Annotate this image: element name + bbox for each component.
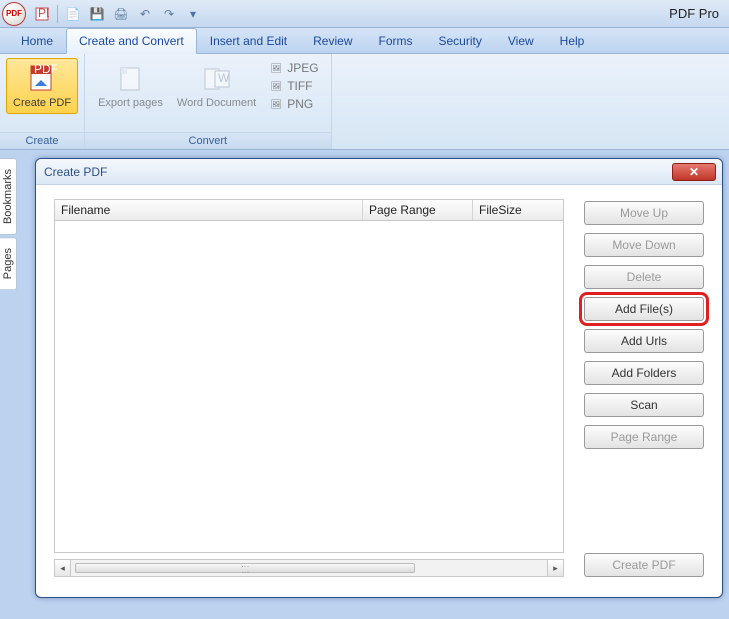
dialog-titlebar[interactable]: Create PDF ✕ [36, 159, 722, 185]
export-pages-icon [114, 63, 146, 95]
page-range-button[interactable]: Page Range [584, 425, 704, 449]
move-down-button[interactable]: Move Down [584, 233, 704, 257]
side-tab-bookmarks[interactable]: Bookmarks [0, 158, 17, 235]
scan-button[interactable]: Scan [584, 393, 704, 417]
create-pdf-dialog: Create PDF ✕ Filename Page Range FileSiz… [35, 158, 723, 598]
tab-home[interactable]: Home [8, 28, 66, 53]
col-page-range[interactable]: Page Range [363, 200, 473, 220]
new-icon[interactable]: 📄 [64, 5, 82, 23]
format-tiff-label: TIFF [287, 79, 312, 93]
col-filename[interactable]: Filename [55, 200, 363, 220]
create-pdf-icon: PDF [26, 63, 58, 95]
create-pdf-dialog-button[interactable]: Create PDF [584, 553, 704, 577]
export-pages-label: Export pages [98, 97, 163, 109]
file-grid: Filename Page Range FileSize ◂ ▸ [54, 199, 564, 577]
delete-button[interactable]: Delete [584, 265, 704, 289]
side-tabs: Bookmarks Pages [0, 158, 17, 292]
print-icon[interactable]: 🖨 [112, 5, 130, 23]
format-list: 🖼 JPEG 🖼 TIFF 🖼 PNG [263, 58, 324, 114]
tab-forms[interactable]: Forms [366, 28, 426, 53]
menu-bar: Home Create and Convert Insert and Edit … [0, 28, 729, 54]
jpeg-icon: 🖼 [269, 61, 283, 75]
word-document-label: Word Document [177, 97, 256, 109]
add-folders-button[interactable]: Add Folders [584, 361, 704, 385]
dialog-title: Create PDF [44, 165, 107, 179]
format-png-button[interactable]: 🖼 PNG [267, 96, 320, 112]
format-jpeg-button[interactable]: 🖼 JPEG [267, 60, 320, 76]
group-label-create: Create [0, 132, 84, 149]
add-urls-button[interactable]: Add Urls [584, 329, 704, 353]
ribbon: PDF Create PDF Create Export pages W Wor… [0, 54, 729, 150]
tab-view[interactable]: View [495, 28, 547, 53]
save-icon[interactable]: 💾 [88, 5, 106, 23]
app-orb-button[interactable]: PDF [2, 2, 26, 26]
pdf-document-icon[interactable]: PDF [33, 5, 51, 23]
export-pages-button[interactable]: Export pages [91, 58, 170, 114]
grid-body[interactable] [54, 221, 564, 553]
undo-icon[interactable]: ↶ [136, 5, 154, 23]
format-jpeg-label: JPEG [287, 61, 318, 75]
group-label-convert: Convert [85, 132, 330, 149]
dialog-button-column: Move Up Move Down Delete Add File(s) Add… [584, 199, 704, 577]
svg-text:W: W [218, 71, 230, 85]
tab-help[interactable]: Help [547, 28, 598, 53]
separator [57, 5, 58, 23]
word-document-button[interactable]: W Word Document [170, 58, 263, 114]
add-files-button[interactable]: Add File(s) [584, 297, 704, 321]
horizontal-scrollbar[interactable]: ◂ ▸ [54, 559, 564, 577]
side-tab-pages[interactable]: Pages [0, 237, 17, 290]
tab-security[interactable]: Security [426, 28, 495, 53]
tab-insert-and-edit[interactable]: Insert and Edit [197, 28, 300, 53]
tiff-icon: 🖼 [269, 79, 283, 93]
redo-icon[interactable]: ↷ [160, 5, 178, 23]
create-pdf-label: Create PDF [13, 97, 71, 109]
format-tiff-button[interactable]: 🖼 TIFF [267, 78, 320, 94]
scroll-left-button[interactable]: ◂ [55, 560, 71, 576]
tab-create-and-convert[interactable]: Create and Convert [66, 28, 197, 54]
format-png-label: PNG [287, 97, 313, 111]
tab-review[interactable]: Review [300, 28, 365, 53]
word-document-icon: W [201, 63, 233, 95]
svg-text:PDF: PDF [38, 7, 49, 20]
close-icon: ✕ [689, 165, 699, 179]
grid-header: Filename Page Range FileSize [54, 199, 564, 221]
scroll-thumb[interactable] [75, 563, 415, 573]
ribbon-group-convert: Export pages W Word Document 🖼 JPEG 🖼 TIFF… [85, 54, 331, 149]
scroll-right-button[interactable]: ▸ [547, 560, 563, 576]
quick-access-toolbar: PDF PDF 📄 💾 🖨 ↶ ↷ ▾ PDF Pro [0, 0, 729, 28]
workspace: Bookmarks Pages Create PDF ✕ Filename Pa… [0, 150, 729, 619]
app-title: PDF Pro [669, 6, 727, 21]
ribbon-group-create: PDF Create PDF Create [0, 54, 85, 149]
qat-customize-icon[interactable]: ▾ [184, 5, 202, 23]
col-filesize[interactable]: FileSize [473, 200, 563, 220]
svg-text:PDF: PDF [34, 64, 57, 76]
create-pdf-button[interactable]: PDF Create PDF [6, 58, 78, 114]
png-icon: 🖼 [269, 97, 283, 111]
move-up-button[interactable]: Move Up [584, 201, 704, 225]
dialog-body: Filename Page Range FileSize ◂ ▸ Move Up… [54, 199, 704, 577]
dialog-close-button[interactable]: ✕ [672, 163, 716, 181]
